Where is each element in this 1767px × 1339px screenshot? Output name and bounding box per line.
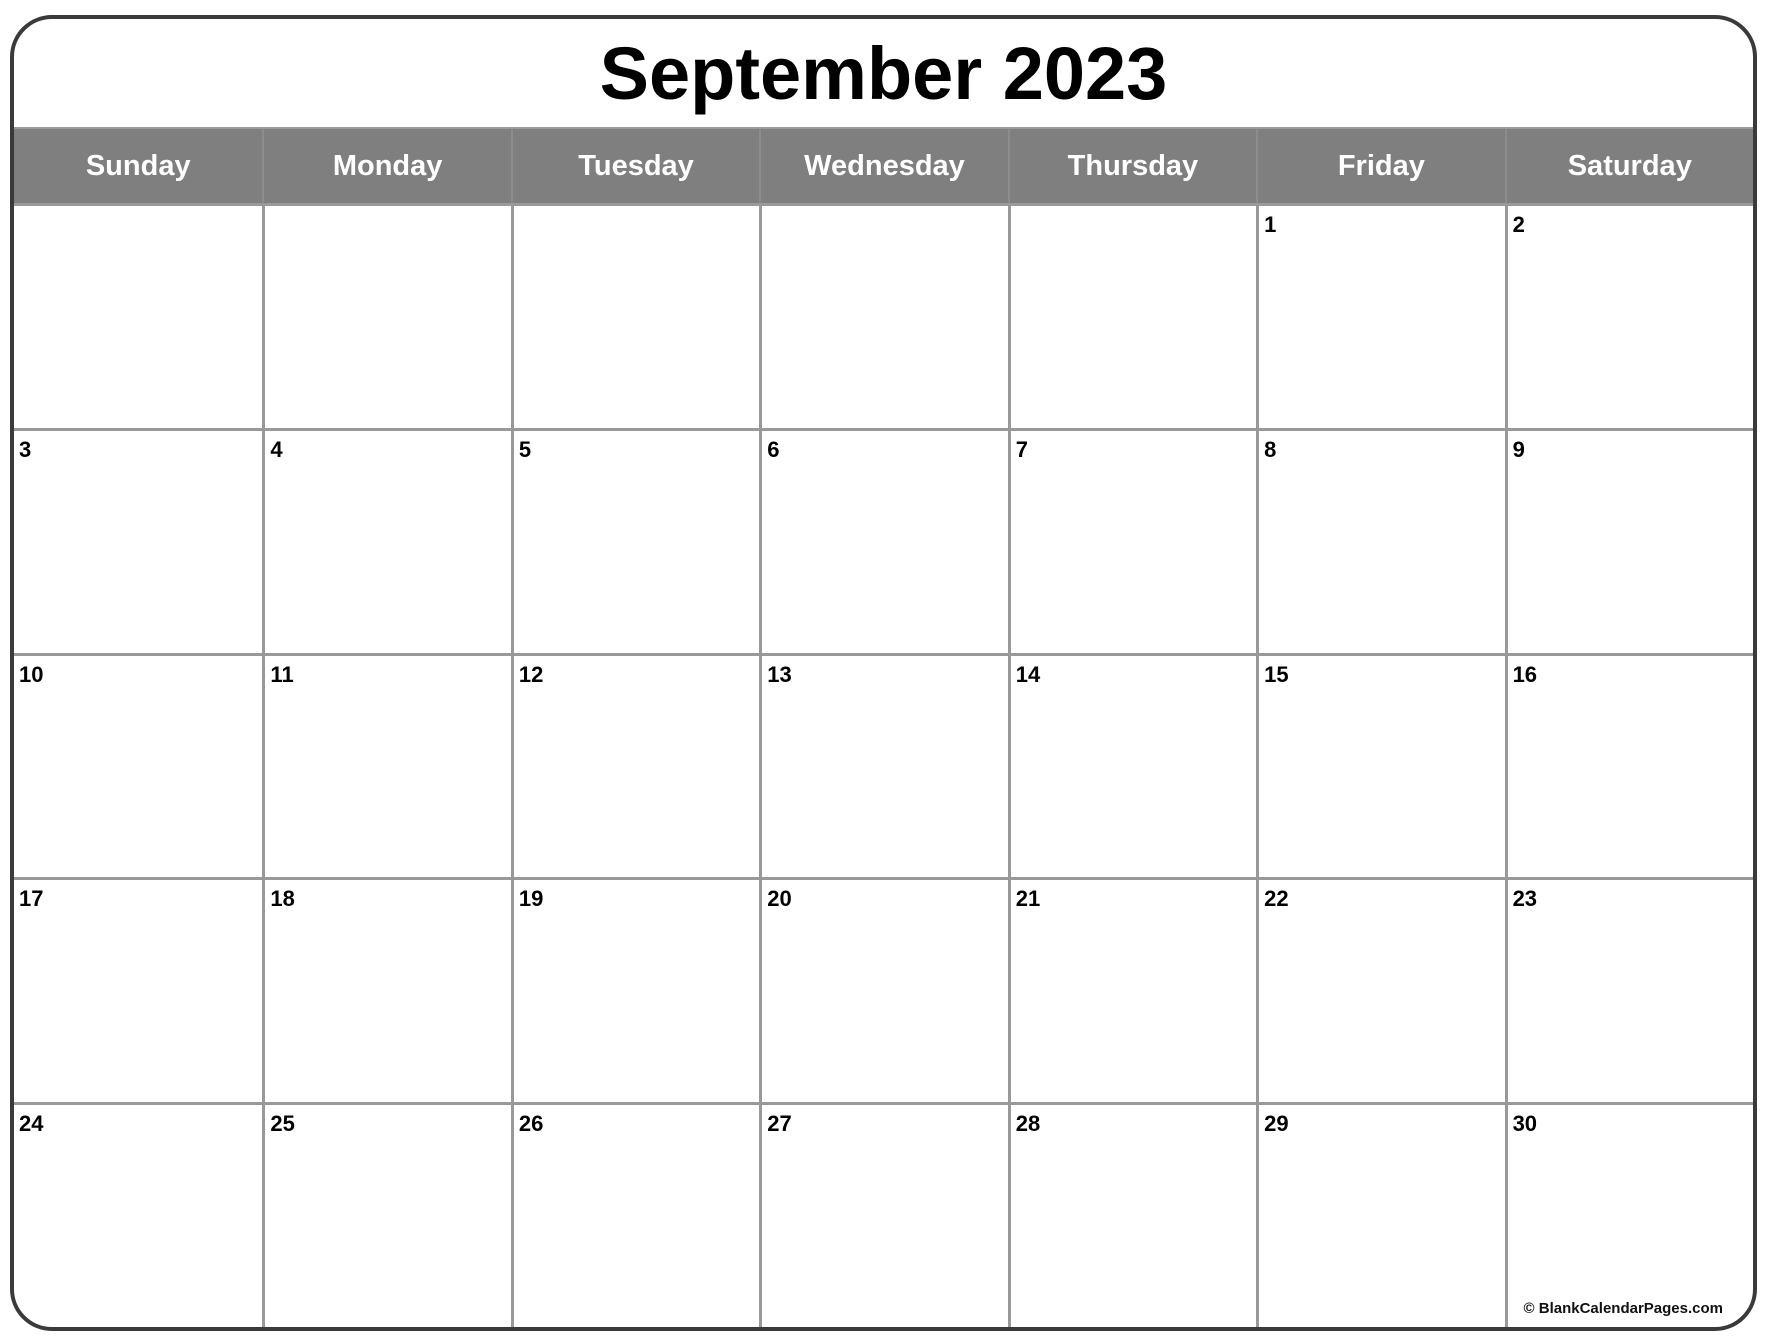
day-number: 27 <box>767 1111 792 1137</box>
weekday-wednesday: Wednesday <box>759 129 1007 203</box>
day-number: 20 <box>767 886 792 912</box>
day-cell: 12 <box>510 652 760 878</box>
day-number: 15 <box>1264 661 1289 687</box>
day-cell: 27 <box>759 1102 1008 1327</box>
day-cell: 13 <box>759 652 1008 878</box>
day-number: 8 <box>1264 436 1277 462</box>
weekday-tuesday: Tuesday <box>510 129 759 203</box>
day-cell: 21 <box>1007 877 1257 1103</box>
day-number: 23 <box>1512 886 1538 912</box>
day-number: 18 <box>270 886 295 912</box>
day-number: 22 <box>1264 886 1289 912</box>
day-number: 2 <box>1512 212 1525 237</box>
day-number: 28 <box>1015 1111 1041 1137</box>
day-cell: 1 <box>1256 203 1505 428</box>
day-number: 17 <box>19 886 44 912</box>
day-cell: 17 <box>14 877 263 1102</box>
weeks-grid: 1 2 3 4 5 6 7 8 9 10 11 12 13 14 15 16 17 18 19 20 21 22 23 24 2… <box>14 203 1753 1327</box>
day-number: 5 <box>518 436 532 462</box>
empty-day-cell <box>510 203 760 428</box>
calendar-title: September 2023 <box>599 31 1168 115</box>
empty-day-cell <box>759 203 1008 428</box>
weekday-monday: Monday <box>262 129 510 203</box>
day-number: 29 <box>1264 1111 1289 1137</box>
day-cell: 18 <box>262 877 511 1103</box>
day-cell: 29 <box>1256 1102 1505 1327</box>
calendar-grid: Sunday Monday Tuesday Wednesday Thursday… <box>14 127 1753 1327</box>
day-number: 30 <box>1512 1111 1538 1137</box>
day-cell: 25 <box>262 1102 511 1327</box>
weekday-thursday: Thursday <box>1007 129 1256 203</box>
day-number: 19 <box>518 886 544 912</box>
day-number: 14 <box>1015 661 1041 687</box>
day-number: 4 <box>270 436 283 462</box>
copyright-footer: © BlankCalendarPages.com <box>1523 1300 1723 1317</box>
day-number: 12 <box>518 661 544 687</box>
weekday-header-row: Sunday Monday Tuesday Wednesday Thursday… <box>14 127 1753 203</box>
day-number: 24 <box>19 1111 44 1137</box>
day-cell: 30 <box>1504 1102 1753 1327</box>
weekday-sunday: Sunday <box>85 149 191 182</box>
day-number: 16 <box>1512 661 1538 687</box>
calendar-page: September 2023 Sunday Monday Tuesday Wed… <box>10 15 1757 1331</box>
day-cell: 10 <box>14 652 263 878</box>
empty-day-cell <box>1007 203 1257 428</box>
day-cell: 19 <box>510 877 760 1103</box>
day-number: 9 <box>1512 436 1525 462</box>
day-cell: 22 <box>1256 877 1505 1103</box>
day-cell: 3 <box>14 427 263 653</box>
day-cell: 26 <box>510 1102 760 1327</box>
day-cell: 24 <box>14 1102 263 1327</box>
day-number: 26 <box>518 1111 544 1137</box>
weekday-saturday: Saturday <box>1504 129 1753 203</box>
empty-day-cell <box>14 203 263 428</box>
day-cell: 15 <box>1256 652 1505 878</box>
day-cell: 7 <box>1007 427 1257 653</box>
day-cell: 8 <box>1256 427 1505 653</box>
day-number: 1 <box>1264 212 1277 237</box>
day-cell: 2 <box>1504 203 1753 428</box>
day-cell: 11 <box>262 652 511 878</box>
day-number: 7 <box>1015 436 1028 462</box>
day-cell: 9 <box>1504 427 1753 653</box>
day-number: 10 <box>19 661 44 687</box>
day-cell: 14 <box>1007 652 1257 878</box>
day-cell: 23 <box>1504 877 1753 1103</box>
day-number: 3 <box>19 436 32 462</box>
day-number: 13 <box>767 661 792 687</box>
day-number: 6 <box>767 436 780 462</box>
day-number: 25 <box>270 1111 295 1137</box>
day-cell: 16 <box>1504 652 1753 878</box>
day-cell: 5 <box>510 427 760 653</box>
day-cell: 28 <box>1007 1102 1257 1327</box>
day-cell: 4 <box>262 427 511 653</box>
day-cell: 6 <box>759 427 1008 653</box>
day-number: 11 <box>270 661 294 687</box>
empty-day-cell <box>262 203 511 428</box>
weekday-friday: Friday <box>1256 129 1504 203</box>
day-cell: 20 <box>759 877 1008 1103</box>
day-number: 21 <box>1015 886 1041 912</box>
